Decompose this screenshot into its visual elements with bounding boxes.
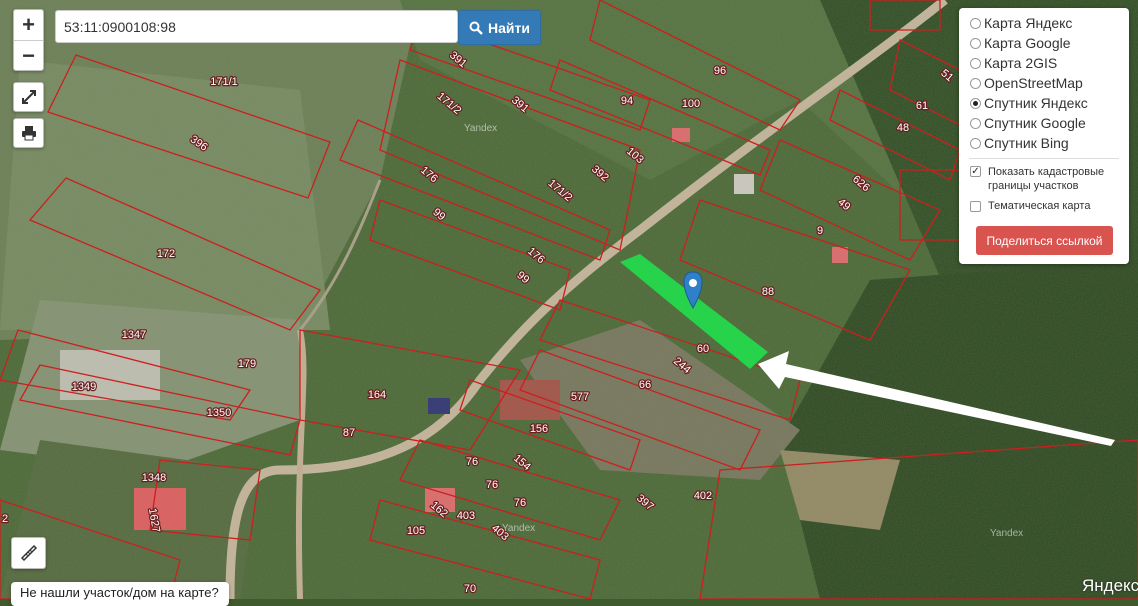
radio-icon xyxy=(970,37,981,49)
building xyxy=(734,174,754,194)
expand-icon xyxy=(21,90,36,104)
watermark: Yandex xyxy=(464,123,498,134)
search-input[interactable] xyxy=(55,10,458,43)
plot-number-label: 60 xyxy=(697,343,709,355)
layer-option-google-map[interactable]: Карта Google xyxy=(970,34,1071,52)
divider xyxy=(969,158,1119,159)
plot-number-label: 76 xyxy=(514,497,526,509)
plot-number-label: 403 xyxy=(457,510,475,522)
plot-number-label: 105 xyxy=(407,525,425,537)
cadastral-toggle[interactable]: ✓ Показать кадастровые границы участков xyxy=(970,165,1120,193)
ruler-icon xyxy=(20,544,37,562)
layer-option-2gis-map[interactable]: Карта 2GIS xyxy=(970,54,1057,72)
watermark: Yandex xyxy=(502,523,536,534)
building xyxy=(832,247,848,263)
layer-option-bing-satellite[interactable]: Спутник Bing xyxy=(970,134,1069,152)
checkbox-icon xyxy=(970,201,981,212)
layer-panel: Карта Яндекс Карта Google Карта 2GIS Ope… xyxy=(959,8,1129,264)
plot-number-label: 100 xyxy=(682,98,700,110)
plot-number-label: 402 xyxy=(694,490,712,502)
layer-option-osm[interactable]: OpenStreetMap xyxy=(970,74,1083,92)
print-button[interactable] xyxy=(13,118,44,148)
plot-number-label: 164 xyxy=(368,389,386,401)
radio-icon xyxy=(970,57,981,69)
radio-icon xyxy=(970,77,981,89)
plot-number-label: 2 xyxy=(2,513,8,525)
plot-number-label: 172 xyxy=(157,248,175,260)
plot-number-label: 76 xyxy=(486,479,498,491)
plot-number-label: 171/1 xyxy=(210,76,238,88)
plot-number-label: 70 xyxy=(464,583,476,595)
radio-icon xyxy=(970,117,981,129)
radio-icon xyxy=(970,17,981,29)
plot-number-label: 88 xyxy=(762,286,774,298)
measure-button[interactable] xyxy=(11,537,46,569)
building xyxy=(500,380,560,420)
plot-number-label: 179 xyxy=(238,358,256,370)
thematic-toggle[interactable]: Тематическая карта xyxy=(970,200,1090,212)
not-found-help-button[interactable]: Не нашли участок/дом на карте? xyxy=(11,582,229,606)
layer-option-yandex-map[interactable]: Карта Яндекс xyxy=(970,14,1072,32)
zoom-out-button[interactable]: − xyxy=(14,41,43,71)
zoom-control: + − xyxy=(13,9,44,71)
plot-number-label: 48 xyxy=(897,122,909,134)
watermark: Yandex xyxy=(990,528,1024,539)
plot-number-label: 96 xyxy=(714,65,726,77)
printer-icon xyxy=(21,126,36,141)
building xyxy=(428,398,450,414)
plot-number-label: 577 xyxy=(571,391,589,403)
search-button-label: Найти xyxy=(488,19,530,36)
radio-selected-icon xyxy=(970,97,981,109)
provider-logo: Яндекс xyxy=(1082,576,1138,595)
zoom-in-button[interactable]: + xyxy=(14,10,43,41)
plot-number-label: 1347 xyxy=(122,329,146,341)
plot-number-label: 61 xyxy=(916,100,928,112)
plot-number-label: 76 xyxy=(466,456,478,468)
plot-number-label: 156 xyxy=(530,423,548,435)
fullscreen-button[interactable] xyxy=(13,82,44,112)
plot-number-label: 1350 xyxy=(207,407,231,419)
plot-number-label: 9 xyxy=(817,225,823,237)
layer-option-yandex-satellite[interactable]: Спутник Яндекс xyxy=(970,94,1088,112)
plot-number-label: 94 xyxy=(621,95,633,107)
radio-icon xyxy=(970,137,981,149)
share-link-button[interactable]: Поделиться ссылкой xyxy=(976,226,1113,255)
search-button[interactable]: Найти xyxy=(458,10,541,45)
plot-number-label: 66 xyxy=(639,379,651,391)
plot-number-label: 1349 xyxy=(72,381,96,393)
plot-number-label: 1348 xyxy=(142,472,166,484)
search-icon xyxy=(469,21,483,35)
plot-number-label: 87 xyxy=(343,427,355,439)
layer-option-google-satellite[interactable]: Спутник Google xyxy=(970,114,1086,132)
checkbox-checked-icon: ✓ xyxy=(970,165,981,177)
